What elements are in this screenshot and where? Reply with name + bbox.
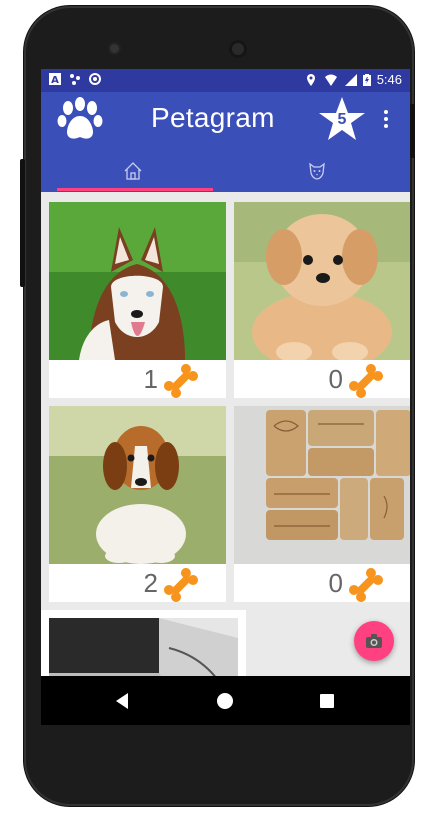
home-button[interactable] xyxy=(195,676,255,725)
overflow-menu-icon[interactable] xyxy=(380,110,392,132)
pet-card[interactable]: 0 xyxy=(234,406,410,602)
volume-button xyxy=(410,104,415,158)
tab-home[interactable] xyxy=(41,153,225,189)
likes-row: 0 xyxy=(234,564,410,602)
bone-icon[interactable] xyxy=(162,568,200,602)
debug-icon xyxy=(70,74,80,85)
likes-row: 0 xyxy=(234,360,410,398)
likes-count: 0 xyxy=(328,568,343,598)
likes-row: 2 xyxy=(49,564,226,602)
status-bar: A 5:46 xyxy=(41,69,410,92)
pet-photo-beagle xyxy=(49,406,226,564)
likes-count: 1 xyxy=(143,364,158,394)
paw-icon xyxy=(57,97,103,139)
speaker-grille xyxy=(229,40,247,58)
bone-icon[interactable] xyxy=(347,364,385,398)
screen: A 5:46 Petagram 5 1 0 2 0 xyxy=(41,69,410,725)
pet-card[interactable]: 1 xyxy=(49,202,226,398)
signal-icon xyxy=(344,73,357,86)
camera-icon xyxy=(366,634,382,648)
pet-photo-puppy xyxy=(234,202,410,360)
tab-indicator xyxy=(57,188,213,191)
likes-count: 0 xyxy=(328,364,343,394)
home-circle-icon xyxy=(217,692,233,709)
bone-icon[interactable] xyxy=(162,364,200,398)
pet-card[interactable]: 2 xyxy=(49,406,226,602)
front-camera xyxy=(110,44,119,53)
home-icon xyxy=(124,162,142,180)
pet-photo-corks xyxy=(234,406,410,564)
app-title: Petagram xyxy=(151,102,275,133)
dog-face-icon xyxy=(309,162,325,180)
rating-count[interactable]: 5 xyxy=(318,111,366,129)
nav-bar xyxy=(41,676,410,725)
back-button[interactable] xyxy=(92,676,152,725)
bone-icon[interactable] xyxy=(347,568,385,602)
status-time: 5:46 xyxy=(376,72,402,87)
app-bar: Petagram 5 xyxy=(41,92,410,192)
back-icon xyxy=(116,692,128,709)
recents-icon xyxy=(320,693,334,708)
pet-photo-husky xyxy=(49,202,226,360)
pet-card[interactable]: 0 xyxy=(234,202,410,398)
battery-icon xyxy=(362,73,371,86)
svg-text:A: A xyxy=(51,75,59,85)
camera-fab[interactable] xyxy=(354,621,394,661)
record-icon xyxy=(89,73,101,85)
likes-count: 2 xyxy=(143,568,158,598)
location-icon xyxy=(306,73,315,86)
recents-button[interactable] xyxy=(297,676,357,725)
tab-profile[interactable] xyxy=(225,153,409,189)
power-button xyxy=(20,159,25,287)
a-icon: A xyxy=(49,73,61,85)
likes-row: 1 xyxy=(49,360,226,398)
wifi-icon xyxy=(324,74,337,86)
